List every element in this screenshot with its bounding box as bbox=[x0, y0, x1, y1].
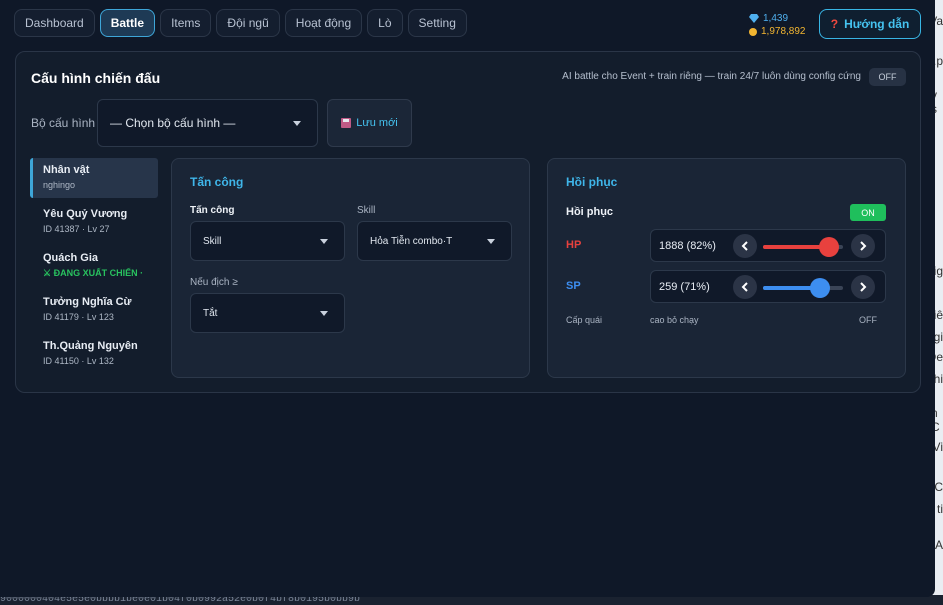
chevron-down-icon bbox=[293, 121, 301, 126]
tab-items[interactable]: Items bbox=[160, 9, 212, 37]
hp-control: 1888 (82%) bbox=[650, 229, 886, 262]
attack-mode-value: Skill bbox=[203, 235, 222, 247]
battle-config-panel: Cấu hình chiến đấu AI battle cho Event +… bbox=[15, 51, 921, 393]
ai-battle-toggle[interactable]: OFF bbox=[869, 68, 906, 86]
chevron-right-icon bbox=[860, 241, 867, 251]
gem-icon bbox=[749, 14, 759, 23]
flee-if-high-label: cao bỏ chạy bbox=[650, 315, 699, 325]
sp-slider[interactable] bbox=[763, 278, 843, 298]
hp-slider[interactable] bbox=[763, 237, 843, 257]
character-item[interactable]: Nhân vật nghingo bbox=[30, 158, 158, 198]
character-name: Quách Gia bbox=[43, 252, 99, 264]
sp-control: 259 (71%) bbox=[650, 270, 886, 303]
hp-slider-handle[interactable] bbox=[818, 237, 839, 257]
chevron-down-icon bbox=[320, 311, 328, 316]
flee-toggle[interactable]: OFF bbox=[859, 315, 877, 325]
help-button[interactable]: ? Hướng dẫn bbox=[819, 9, 921, 39]
character-status: ⚔ ĐANG XUẤT CHIẾN · bbox=[43, 268, 144, 278]
background-text: A bbox=[934, 538, 943, 552]
attack-card-title: Tấn công bbox=[190, 175, 244, 189]
hp-value: 1888 (82%) bbox=[659, 240, 716, 252]
main-nav: Dashboard Battle Items Đội ngũ Hoạt động… bbox=[14, 9, 467, 37]
attack-card: Tấn công Tấn công Skill Skill Hỏa Tiễn c… bbox=[171, 158, 530, 378]
character-item[interactable]: Quách Gia ⚔ ĐANG XUẤT CHIẾN · bbox=[30, 246, 158, 290]
recovery-card-title: Hồi phục bbox=[566, 175, 618, 189]
floppy-disk-icon bbox=[341, 118, 352, 128]
tab-setting[interactable]: Setting bbox=[407, 9, 467, 37]
app-window: Dashboard Battle Items Đội ngũ Hoạt động… bbox=[0, 0, 935, 597]
character-sub: ID 41387 · Lv 27 bbox=[43, 224, 110, 234]
chevron-left-icon bbox=[741, 282, 748, 292]
tab-activity[interactable]: Hoạt động bbox=[284, 9, 363, 37]
background-text: hi bbox=[933, 372, 943, 386]
sp-value: 259 (71%) bbox=[659, 281, 710, 293]
enemy-threshold-label: Nếu địch ≥ bbox=[190, 277, 238, 288]
gold-count: 1,978,892 bbox=[761, 26, 806, 37]
tab-furnace[interactable]: Lò bbox=[367, 9, 403, 37]
attack-mode-label: Tấn công bbox=[190, 205, 235, 216]
save-new-label: Lưu mới bbox=[356, 117, 398, 129]
tab-dashboard[interactable]: Dashboard bbox=[14, 9, 95, 37]
preset-label: Bộ cấu hình bbox=[31, 116, 96, 130]
enemy-threshold-value: Tắt bbox=[203, 307, 218, 319]
hp-label: HP bbox=[566, 239, 582, 251]
background-text: ti bbox=[937, 502, 943, 516]
character-sub: ID 41150 · Lv 132 bbox=[43, 356, 114, 366]
coin-icon bbox=[749, 27, 757, 36]
hp-decrease-button[interactable] bbox=[733, 234, 757, 258]
chevron-down-icon bbox=[487, 239, 495, 244]
character-sub: ID 41179 · Lv 123 bbox=[43, 312, 114, 322]
sp-label: SP bbox=[566, 280, 581, 292]
tab-team[interactable]: Đội ngũ bbox=[216, 9, 280, 37]
chevron-right-icon bbox=[860, 282, 867, 292]
chevron-left-icon bbox=[741, 241, 748, 251]
character-name: Yêu Quỷ Vương bbox=[43, 208, 128, 220]
recovery-label: Hồi phục bbox=[566, 206, 614, 218]
background-text: ig bbox=[933, 264, 943, 278]
character-item[interactable]: Th.Quảng Nguyên ID 41150 · Lv 132 bbox=[30, 334, 158, 378]
sp-increase-button[interactable] bbox=[851, 275, 875, 299]
recovery-toggle[interactable]: ON bbox=[850, 204, 886, 221]
character-sub: nghingo bbox=[43, 180, 76, 190]
hp-increase-button[interactable] bbox=[851, 234, 875, 258]
character-list: Nhân vật nghingo Yêu Quỷ Vương ID 41387 … bbox=[30, 158, 158, 378]
character-name: Tưởng Nghĩa Cừ bbox=[43, 296, 132, 308]
background-text: C bbox=[934, 480, 943, 494]
question-icon: ? bbox=[830, 17, 839, 31]
recovery-card: Hồi phục Hồi phục ON HP 1888 (82%) SP 25… bbox=[547, 158, 906, 378]
gem-count: 1,439 bbox=[763, 13, 789, 24]
monster-level-label: Cấp quái bbox=[566, 315, 603, 325]
background-text: gi bbox=[933, 330, 943, 344]
background-text: iê bbox=[933, 308, 943, 322]
character-name: Nhân vật bbox=[43, 164, 90, 176]
skill-label: Skill bbox=[357, 205, 376, 216]
preset-select[interactable]: — Chọn bộ cấu hình — bbox=[97, 99, 318, 147]
attack-mode-select[interactable]: Skill bbox=[190, 221, 345, 261]
character-item[interactable]: Tưởng Nghĩa Cừ ID 41179 · Lv 123 bbox=[30, 290, 158, 334]
tab-battle[interactable]: Battle bbox=[99, 9, 156, 37]
preset-select-value: — Chọn bộ cấu hình — bbox=[110, 116, 236, 130]
sp-slider-handle[interactable] bbox=[809, 278, 830, 298]
character-item[interactable]: Yêu Quỷ Vương ID 41387 · Lv 27 bbox=[30, 202, 158, 246]
skill-value: Hỏa Tiễn combo·T bbox=[370, 235, 453, 247]
help-button-label: Hướng dẫn bbox=[844, 17, 910, 31]
chevron-down-icon bbox=[320, 239, 328, 244]
ai-battle-note: AI battle cho Event + train riêng — trai… bbox=[562, 71, 861, 82]
character-name: Th.Quảng Nguyên bbox=[43, 340, 138, 352]
sp-decrease-button[interactable] bbox=[733, 275, 757, 299]
currency-display: 1,439 1,978,892 bbox=[749, 12, 806, 38]
skill-select[interactable]: Hỏa Tiễn combo·T bbox=[357, 221, 512, 261]
enemy-threshold-select[interactable]: Tắt bbox=[190, 293, 345, 333]
panel-title: Cấu hình chiến đấu bbox=[31, 70, 161, 86]
save-new-button[interactable]: Lưu mới bbox=[327, 99, 412, 147]
